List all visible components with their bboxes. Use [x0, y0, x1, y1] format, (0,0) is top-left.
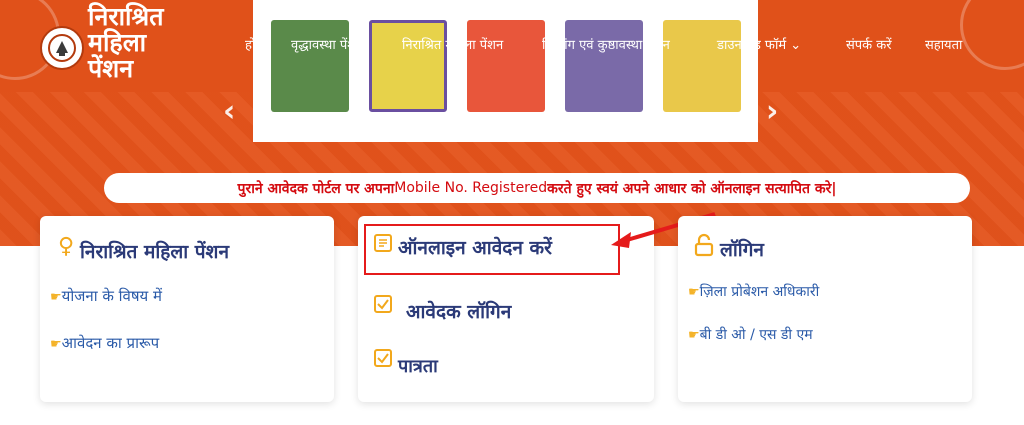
banner-slider[interactable]	[253, 0, 758, 142]
nav-disability-pension[interactable]: दिव्यांग एवं कुष्ठावस्था पेंशन	[542, 35, 670, 53]
login-card: लॉगिन ☛ज़िला प्रोबेशन अधिकारी ☛बी डी ओ /…	[678, 216, 972, 402]
slide-card	[467, 20, 545, 112]
hand-pointer-icon: ☛	[688, 328, 700, 343]
highlight-box	[364, 224, 620, 275]
woman-icon: ♀	[58, 234, 75, 259]
hero-banner: ‹ › निराश्रित महिला पेंशन होम वृद्धावस्थ…	[0, 0, 1024, 246]
slide-card	[663, 20, 741, 112]
card-title: लॉगिन	[720, 239, 764, 261]
checkbox-icon	[374, 295, 392, 313]
nav-home[interactable]: होम	[245, 35, 263, 53]
chevron-right-icon[interactable]: ›	[766, 94, 778, 129]
checkbox-icon	[374, 349, 392, 367]
nav-contact[interactable]: संपर्क करें	[846, 35, 892, 53]
slide-card	[565, 20, 643, 112]
link-application-format[interactable]: ☛आवेदन का प्रारूप	[50, 333, 159, 353]
hand-pointer-icon: ☛	[50, 290, 62, 305]
link-district-probation-officer[interactable]: ☛ज़िला प्रोबेशन अधिकारी	[688, 282, 819, 301]
nav-download-forms[interactable]: डाउनलोड फॉर्म ⌄	[717, 35, 801, 53]
link-bdo-sdm[interactable]: ☛बी डी ओ / एस डी एम	[688, 325, 813, 344]
logo-line: पेंशन	[88, 54, 134, 83]
nav-old-age-pension[interactable]: वृद्धावस्था पेंशन	[291, 35, 363, 53]
logo-line: निराश्रित	[88, 2, 164, 31]
slide-card	[271, 20, 349, 112]
nav-destitute-women-pension[interactable]: निराश्रित महिला पेंशन	[402, 35, 503, 53]
nav-help[interactable]: सहायता	[925, 35, 962, 53]
eligibility-link[interactable]: पात्रता	[398, 354, 438, 378]
applicant-login-link[interactable]: आवेदक लॉगिन	[406, 298, 511, 324]
hand-pointer-icon: ☛	[688, 285, 700, 300]
card-title: निराश्रित महिला पेंशन	[80, 241, 230, 263]
hand-pointer-icon: ☛	[50, 337, 62, 352]
notice-text: पुराने आवेदक पोर्टल पर अपना	[237, 180, 395, 197]
lock-icon	[694, 233, 714, 257]
main-nav: होम वृद्धावस्था पेंशन निराश्रित महिला पे…	[0, 35, 1024, 55]
slide-card	[369, 20, 447, 112]
chevron-left-icon[interactable]: ‹	[223, 94, 235, 129]
link-about-scheme[interactable]: ☛योजना के विषय में	[50, 286, 162, 306]
notice-text: Mobile No. Registered	[394, 180, 548, 196]
scheme-card: ♀ निराश्रित महिला पेंशन ☛योजना के विषय म…	[40, 216, 334, 402]
notice-banner: पुराने आवेदक पोर्टल पर अपना Mobile No. R…	[104, 173, 970, 203]
notice-text: करते हुए स्वयं अपने आधार को ऑनलाइन सत्या…	[547, 180, 837, 197]
